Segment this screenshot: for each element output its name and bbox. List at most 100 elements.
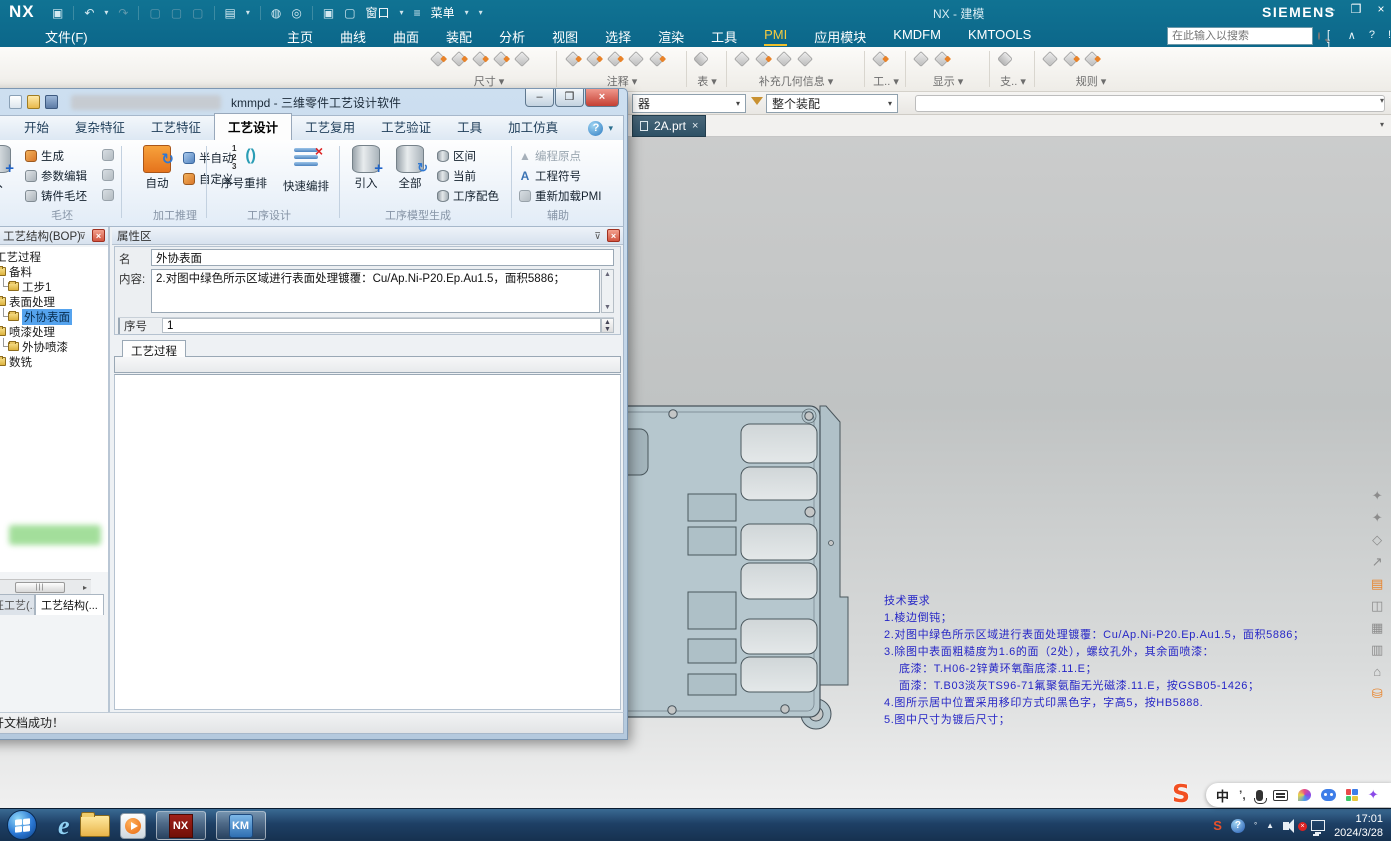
tab-kmtools[interactable]: KMTOOLS — [968, 27, 1031, 46]
km-taskbar-button[interactable]: KM — [216, 811, 266, 840]
tab-machining-sim[interactable]: 加工仿真 — [495, 114, 571, 140]
tree-item-surface-treatment[interactable]: 表面处理 — [0, 294, 108, 309]
tab-process-reuse[interactable]: 工艺复用 — [292, 114, 368, 140]
tab-tools[interactable]: 工具 — [444, 114, 495, 140]
group-label[interactable]: 支.. ▾ — [992, 73, 1034, 89]
help-icon[interactable]: ? — [588, 121, 603, 136]
display-style-icon[interactable] — [913, 51, 929, 67]
annotation-icon[interactable] — [628, 51, 644, 67]
scope-dropdown[interactable]: 整个装配▾ — [766, 94, 898, 113]
tab-curve[interactable]: 曲线 — [340, 27, 366, 46]
dialog-help[interactable]: ?▾ — [588, 121, 613, 136]
tab-select[interactable]: 选择 — [605, 27, 631, 46]
import-blank-button[interactable]: + 入 — [0, 145, 19, 191]
blank-extra-icon[interactable] — [102, 169, 114, 181]
plan-edit-icon[interactable]: ▦ — [1371, 619, 1383, 636]
ime-assistant-icon[interactable] — [1321, 789, 1336, 801]
annotation-icon[interactable] — [586, 51, 602, 67]
pmi-star-icon[interactable]: ✦ — [1371, 487, 1383, 504]
close-button[interactable]: × — [1377, 2, 1384, 16]
explorer-folder-icon[interactable] — [80, 815, 110, 837]
tab-process-feature[interactable]: 工艺特征 — [138, 114, 214, 140]
tree-item-step1[interactable]: 工步1 — [0, 279, 108, 294]
undo-icon[interactable]: ↶ — [84, 6, 94, 20]
process-content[interactable] — [114, 374, 621, 710]
group-label[interactable]: 表 ▾ — [688, 73, 726, 89]
scrollbar-thumb[interactable]: ||| — [15, 582, 65, 593]
ime-mode-button[interactable]: 中 — [1216, 786, 1229, 805]
media-player-icon[interactable] — [120, 813, 146, 839]
ime-skin-icon[interactable] — [1298, 789, 1311, 801]
menu-caret-icon[interactable]: ▾ — [465, 8, 469, 17]
dimension-icon[interactable] — [451, 51, 467, 67]
tab-complex-feature[interactable]: 复杂特征 — [62, 114, 138, 140]
table-icon[interactable] — [693, 51, 709, 67]
search-icon[interactable] — [1318, 32, 1320, 40]
window-menu[interactable]: 窗口 — [366, 4, 390, 21]
command-search[interactable] — [1167, 27, 1313, 45]
cascade-windows-icon[interactable]: ▣ — [323, 6, 334, 20]
sheet-edit-icon[interactable]: ▥ — [1371, 641, 1383, 658]
new-document-icon[interactable] — [9, 95, 22, 109]
reload-pmi-button[interactable]: 重新加载PMI — [519, 187, 601, 205]
tree-item-paint-treatment[interactable]: 喷漆处理 — [0, 324, 108, 339]
close-panel-icon[interactable]: × — [607, 229, 620, 242]
tree-item-outsourced-paint[interactable]: 外协喷漆 — [0, 339, 108, 354]
window-caret-icon[interactable]: ▾ — [400, 8, 404, 17]
dimension-icon[interactable] — [472, 51, 488, 67]
tab-application[interactable]: 应用模块 — [814, 27, 866, 46]
toolbar-overflow-caret-icon[interactable]: ▾ — [1380, 96, 1384, 105]
help-tray-icon[interactable]: ? — [1231, 819, 1245, 833]
dimension-icon[interactable] — [430, 51, 446, 67]
op-current-button[interactable]: 当前 — [437, 167, 476, 185]
bop-header[interactable]: 工艺结构(BOP) ⊽× — [0, 227, 108, 245]
leader-icon[interactable]: ↗ — [1371, 553, 1383, 570]
dialog-minimize-button[interactable]: – — [525, 89, 554, 107]
menu-button[interactable]: 菜单 — [431, 4, 455, 21]
dialog-titlebar[interactable]: kmmpd - 三维零件工艺设计软件 – ❒ × — [0, 89, 627, 115]
dimension-icon[interactable] — [514, 51, 530, 67]
engineering-symbol-button[interactable]: A工程符号 — [519, 167, 581, 185]
tab-process-verify[interactable]: 工艺验证 — [368, 114, 444, 140]
group-label[interactable]: 工.. ▾ — [867, 73, 905, 89]
open-folder-icon[interactable] — [27, 95, 40, 109]
name-input[interactable] — [151, 249, 614, 266]
tab-assembly[interactable]: 装配 — [446, 27, 472, 46]
sequence-spinner[interactable]: ▲▼ — [601, 318, 614, 333]
solid-cube-icon[interactable]: ◫ — [1371, 597, 1383, 614]
clock[interactable]: 17:01 2024/3/28 — [1334, 812, 1387, 840]
op-all-button[interactable]: ↻ 全部 — [389, 145, 431, 191]
geometry-icon[interactable] — [797, 51, 813, 67]
blank-extra-icon[interactable] — [102, 149, 114, 161]
ime-toolbox-icon[interactable] — [1346, 789, 1358, 801]
op-import-button[interactable]: + 引入 — [345, 145, 387, 191]
support-icon[interactable] — [997, 51, 1013, 67]
tab-view[interactable]: 视图 — [552, 27, 578, 46]
properties-header[interactable]: 属性区 ⊽× — [112, 227, 623, 245]
geometry-icon[interactable] — [776, 51, 792, 67]
tab-pmi[interactable]: PMI — [764, 27, 787, 46]
tab-process-design[interactable]: 工艺设计 — [214, 113, 292, 140]
annotation-icon[interactable] — [607, 51, 623, 67]
command-finder-icon[interactable]: ◎ — [291, 6, 301, 20]
sogou-tray-icon[interactable]: S — [1213, 818, 1222, 833]
annotation-icon[interactable] — [649, 51, 665, 67]
start-button[interactable] — [7, 810, 37, 840]
rule-icon[interactable] — [1063, 51, 1079, 67]
sogou-logo[interactable]: S — [1172, 779, 1190, 808]
group-label[interactable]: 显示 ▾ — [908, 73, 988, 89]
group-label[interactable]: 补充几何信息 ▾ — [729, 73, 863, 89]
geometry-icon[interactable] — [755, 51, 771, 67]
work-icon[interactable] — [872, 51, 888, 67]
search-input[interactable] — [1168, 30, 1318, 42]
process-tab[interactable]: 工艺过程 — [122, 340, 186, 357]
tab-home[interactable]: 主页 — [287, 27, 313, 46]
tab-kmdfm[interactable]: KMDFM — [893, 27, 941, 46]
rule-icon[interactable] — [1084, 51, 1100, 67]
content-scrollbar[interactable]: ▲▼ — [601, 269, 614, 313]
geometry-icon[interactable] — [734, 51, 750, 67]
tab-tools[interactable]: 工具 — [711, 27, 737, 46]
minimize-button[interactable]: – — [1328, 2, 1335, 16]
selection-filter-dropdown[interactable]: 器▾ — [632, 94, 746, 113]
tab-start[interactable]: 开始 — [11, 114, 62, 140]
